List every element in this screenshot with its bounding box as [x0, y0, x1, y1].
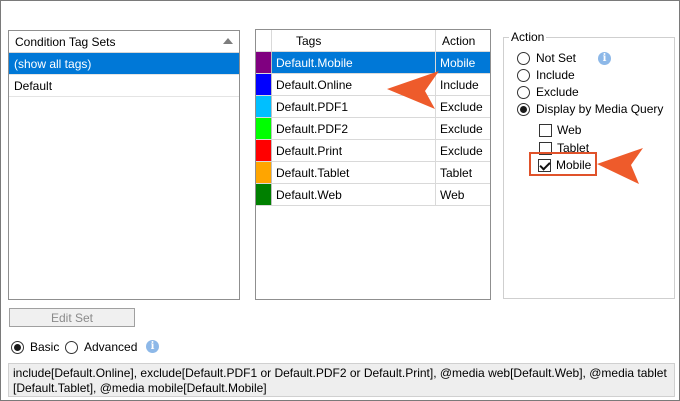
table-row[interactable]: Default.PDF2 Exclude — [256, 118, 490, 140]
tag-color-swatch — [256, 184, 272, 205]
list-item-show-all-tags[interactable]: (show all tags) — [9, 53, 239, 75]
table-row[interactable]: Default.PDF1 Exclude — [256, 96, 490, 118]
tag-color-swatch — [256, 74, 272, 95]
expression-line: include[Default.Online], exclude[Default… — [13, 366, 667, 380]
table-row[interactable]: Default.Web Web — [256, 184, 490, 206]
info-icon[interactable]: i — [598, 51, 612, 65]
tags-column-header[interactable]: Tags — [272, 30, 436, 51]
radio-label: Not Set — [536, 51, 577, 65]
tag-action: Web — [440, 187, 465, 202]
action-column-header[interactable]: Action — [436, 30, 490, 51]
table-row[interactable]: Default.Online Include — [256, 74, 490, 96]
table-row[interactable]: Default.Print Exclude — [256, 140, 490, 162]
radio-label: Advanced — [84, 340, 138, 354]
radio-label: Basic — [30, 340, 60, 354]
callout-arrow-icon — [597, 148, 643, 184]
tag-name: Default.Web — [272, 184, 436, 205]
tag-color-swatch — [256, 96, 272, 117]
condition-tag-sets-header-label: Condition Tag Sets — [15, 34, 116, 49]
condition-tag-sets-list[interactable]: Condition Tag Sets (show all tags) Defau… — [8, 30, 240, 300]
condition-tag-sets-header[interactable]: Condition Tag Sets — [9, 31, 239, 53]
tags-table-header: Tags Action — [256, 30, 490, 52]
radio-button-icon — [65, 340, 78, 354]
info-icon[interactable]: i — [146, 340, 159, 353]
action-group-title: Action — [509, 30, 547, 44]
tag-action: Tablet — [440, 165, 473, 180]
tag-name: Default.Tablet — [272, 162, 436, 183]
radio-label: Exclude — [536, 85, 579, 99]
expression-line: [Default.Tablet], @media mobile[Default.… — [13, 381, 267, 395]
swatch-column-header — [256, 30, 272, 51]
radio-button-icon — [517, 68, 530, 82]
list-item-label: Default — [14, 78, 53, 93]
radio-button-selected-icon — [11, 340, 24, 354]
radio-include[interactable]: Include — [517, 68, 575, 82]
tag-color-swatch — [256, 140, 272, 161]
radio-not-set[interactable]: Not Set i — [517, 51, 612, 65]
callout-arrow-icon — [387, 71, 439, 109]
table-row[interactable]: Default.Tablet Tablet — [256, 162, 490, 184]
radio-button-icon — [517, 51, 530, 65]
checkbox-web[interactable]: Web — [539, 123, 581, 137]
sort-up-icon — [223, 38, 233, 44]
tags-table: Tags Action Default.Mobile Mobile Defaul… — [255, 29, 491, 300]
radio-basic[interactable]: Basic — [11, 340, 59, 354]
radio-label: Display by Media Query — [536, 102, 664, 116]
tag-color-swatch — [256, 118, 272, 139]
radio-advanced[interactable]: Advanced — [65, 340, 137, 354]
tag-name: Default.PDF2 — [272, 118, 436, 139]
checkbox-checked-icon — [538, 158, 551, 172]
edit-set-button[interactable]: Edit Set — [9, 308, 135, 327]
tag-name: Default.Print — [272, 140, 436, 161]
checkbox-mobile[interactable]: Mobile — [538, 158, 591, 172]
radio-label: Include — [536, 68, 575, 82]
radio-button-selected-icon — [517, 102, 530, 116]
radio-button-icon — [517, 85, 530, 99]
radio-exclude[interactable]: Exclude — [517, 85, 579, 99]
condition-tags-dialog: Condition Tag Sets (show all tags) Defau… — [0, 0, 680, 401]
list-item-label: (show all tags) — [14, 56, 92, 71]
tag-action: Exclude — [440, 143, 483, 158]
radio-display-by-media-query[interactable]: Display by Media Query — [517, 102, 663, 116]
checkbox-label: Mobile — [556, 158, 592, 172]
tag-action: Exclude — [440, 121, 483, 136]
checkbox-icon — [539, 123, 552, 137]
tag-color-swatch — [256, 52, 272, 73]
checkbox-label: Web — [557, 123, 582, 137]
list-item-default[interactable]: Default — [9, 75, 239, 97]
table-row[interactable]: Default.Mobile Mobile — [256, 52, 490, 74]
expression-textbox[interactable]: include[Default.Online], exclude[Default… — [8, 363, 675, 397]
tag-color-swatch — [256, 162, 272, 183]
